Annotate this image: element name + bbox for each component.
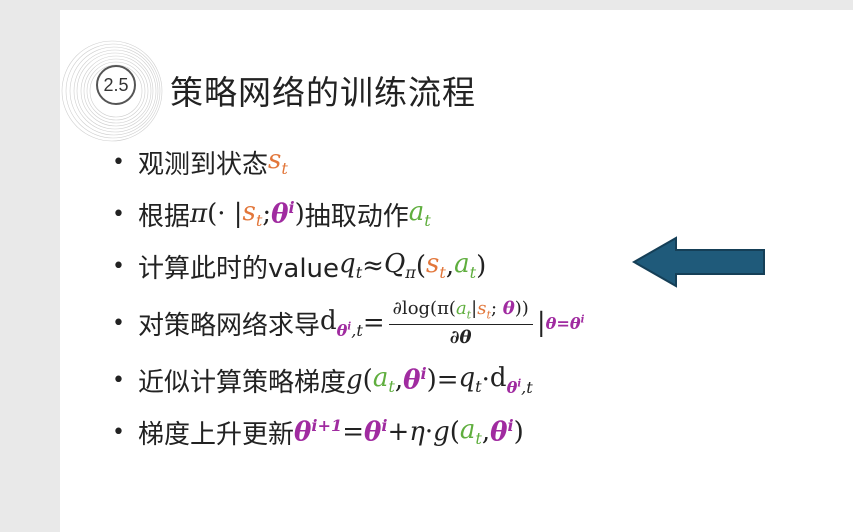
theta-symbol: θi bbox=[490, 416, 514, 448]
bullet-marker: • bbox=[112, 419, 125, 445]
evaluation-bar: | bbox=[536, 308, 546, 338]
section-number-badge: 2.5 bbox=[96, 65, 136, 105]
equals-sign: = bbox=[342, 417, 364, 447]
equals-sign: = bbox=[436, 365, 459, 395]
dot-operator: · bbox=[424, 417, 434, 447]
g-symbol: g bbox=[433, 417, 450, 447]
dot-operator: · bbox=[481, 365, 490, 395]
gradient-fraction: ∂log(π(at|st; θ)) ∂θ bbox=[388, 298, 533, 348]
paren-open: ( bbox=[415, 251, 427, 281]
bullet-text: 梯度上升更新 bbox=[138, 419, 295, 450]
bullet-sample-action: • 根据 π (· | st ; θi ) 抽取动作 at bbox=[112, 188, 833, 240]
bullet-marker: • bbox=[112, 149, 125, 175]
theta-symbol: θi bbox=[271, 198, 295, 230]
bullet-list: • 观测到状态 st • 根据 π (· | st ; θi ) 抽取动作 at… bbox=[112, 136, 833, 458]
theta-next-symbol: θi+1 bbox=[294, 416, 343, 448]
paren-close: ) bbox=[294, 199, 305, 229]
fraction-numerator: ∂log(π(at|st; θ)) bbox=[388, 298, 533, 325]
approx-sign: ≈ bbox=[362, 251, 384, 281]
paren-open: (· | bbox=[207, 199, 243, 229]
q-symbol: qt bbox=[339, 249, 363, 283]
paren-close: ) bbox=[426, 365, 437, 395]
q-symbol: qt bbox=[458, 363, 482, 397]
evaluation-point: θ=θi bbox=[545, 313, 585, 333]
pi-symbol: π bbox=[190, 199, 208, 229]
paren-close: ) bbox=[476, 251, 487, 281]
bullet-marker: • bbox=[112, 201, 125, 227]
eta-symbol: η bbox=[409, 417, 425, 447]
paren-open: ( bbox=[362, 365, 373, 395]
bullet-observe-state: • 观测到状态 st bbox=[112, 136, 833, 188]
bullet-text: 对策略网络求导 bbox=[138, 310, 321, 341]
bullet-text: 近似计算策略梯度 bbox=[138, 367, 347, 398]
d-symbol: dθi,t bbox=[489, 363, 533, 397]
action-symbol: at bbox=[372, 363, 395, 397]
g-symbol: g bbox=[346, 365, 363, 395]
Q-pi-symbol: Qπ bbox=[383, 249, 416, 283]
theta-symbol: θi bbox=[363, 416, 388, 448]
action-symbol: at bbox=[454, 249, 477, 283]
fraction-denominator: ∂θ bbox=[449, 326, 472, 348]
bullet-policy-gradient: • 近似计算策略梯度 g ( at , θi ) = qt · dθi,t bbox=[112, 354, 833, 406]
action-symbol: at bbox=[459, 415, 482, 449]
slide: 2.5 策略网络的训练流程 • 观测到状态 st • 根据 π (· | st … bbox=[60, 10, 853, 532]
equals-sign: = bbox=[362, 308, 385, 338]
paren-open: ( bbox=[449, 417, 460, 447]
slide-title: 策略网络的训练流程 bbox=[170, 73, 476, 112]
bullet-text: 计算此时的value bbox=[138, 253, 340, 284]
state-symbol: st bbox=[268, 145, 288, 179]
bullet-text-2: 抽取动作 bbox=[304, 201, 409, 232]
bullet-marker: • bbox=[112, 367, 125, 393]
state-symbol: st bbox=[426, 249, 446, 283]
d-symbol: dθi,t bbox=[320, 306, 363, 340]
bullet-derivative: • 对策略网络求导 dθi,t = ∂log(π(at|st; θ)) ∂θ |… bbox=[112, 292, 833, 354]
bullet-text: 观测到状态 bbox=[138, 149, 269, 180]
plus-sign: + bbox=[387, 417, 410, 447]
left-arrow-icon bbox=[631, 236, 765, 288]
state-symbol: st bbox=[242, 197, 263, 231]
paren-close: ) bbox=[513, 417, 524, 447]
comma: , bbox=[394, 365, 404, 395]
theta-symbol: θi bbox=[403, 364, 427, 396]
bullet-marker: • bbox=[112, 253, 125, 279]
bullet-gradient-ascent: • 梯度上升更新 θi+1 = θi + η · g ( at , θi ) bbox=[112, 406, 833, 458]
comma: , bbox=[445, 251, 455, 281]
comma: , bbox=[481, 417, 491, 447]
separator: ; bbox=[262, 199, 272, 229]
bullet-text: 根据 bbox=[138, 201, 191, 232]
bullet-marker: • bbox=[112, 310, 125, 336]
action-symbol: at bbox=[408, 197, 431, 231]
